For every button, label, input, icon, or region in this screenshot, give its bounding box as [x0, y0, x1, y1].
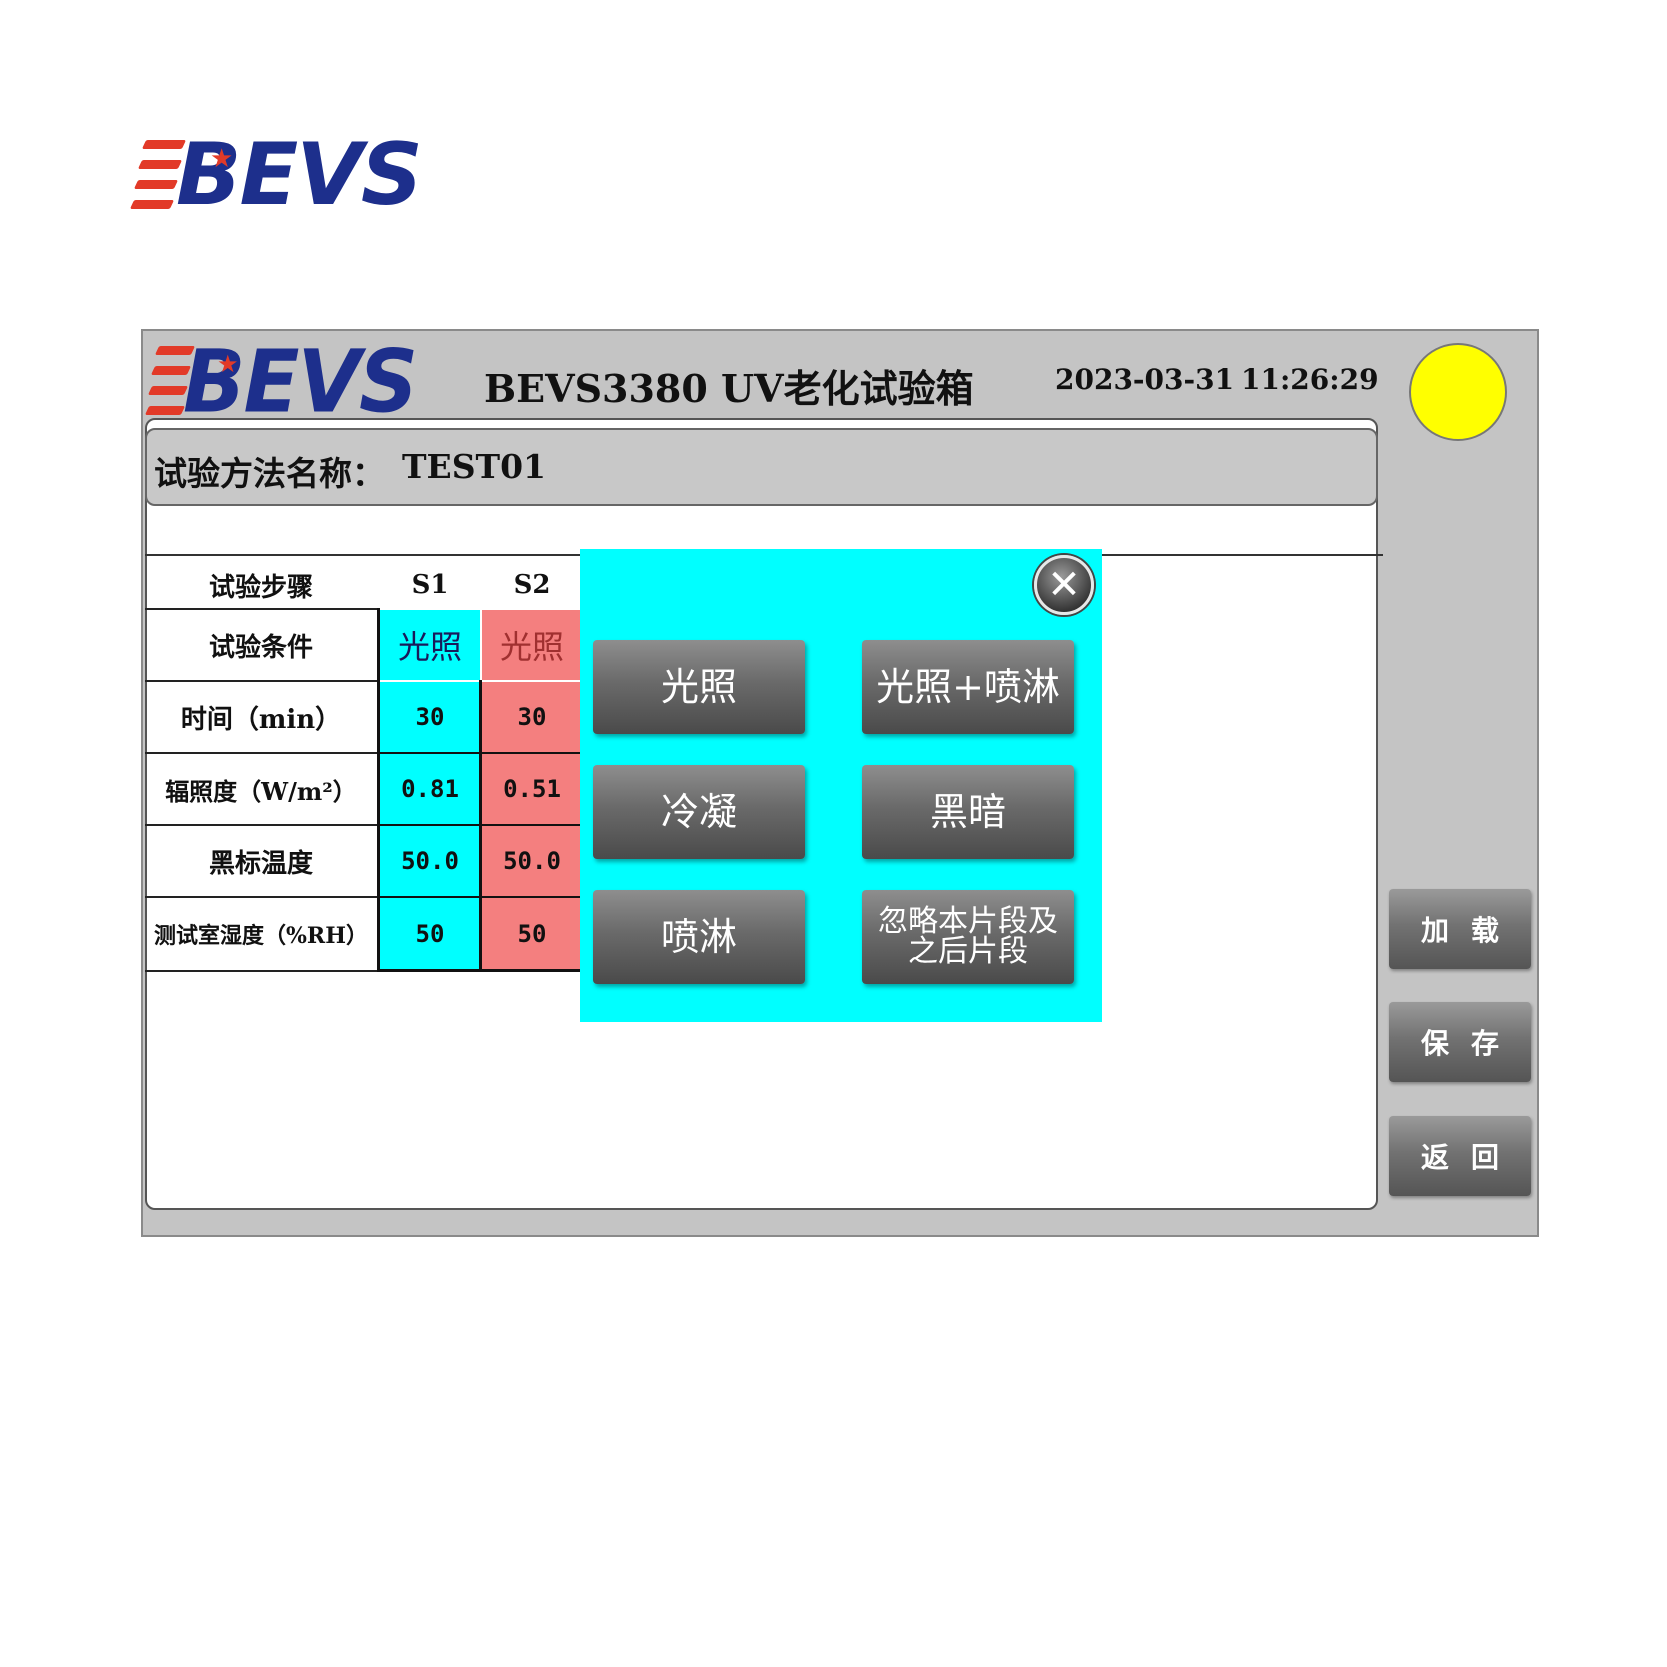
- load-button[interactable]: 加载: [1389, 889, 1531, 969]
- row-label-humidity: 测试室湿度（%RH）: [154, 923, 368, 949]
- star-icon: ★: [210, 144, 234, 174]
- popup-option-light[interactable]: 光照: [593, 640, 805, 734]
- popup-option-condensation[interactable]: 冷凝: [593, 765, 805, 859]
- time-display: 11:26:29: [1241, 363, 1379, 396]
- table-gridline: [378, 824, 582, 826]
- method-name-value[interactable]: TEST01: [402, 447, 546, 486]
- date-display: 2023-03-31: [1055, 363, 1235, 396]
- popup-option-light-spray[interactable]: 光照+喷淋: [862, 640, 1074, 734]
- s2-irradiance[interactable]: 0.51: [482, 754, 582, 824]
- s1-condition[interactable]: 光照: [380, 610, 480, 680]
- row-label-irradiance: 辐照度（W/m²）: [165, 776, 357, 806]
- close-icon[interactable]: ✕: [1034, 555, 1094, 615]
- table-gridline: [479, 680, 482, 972]
- s2-condition[interactable]: 光照: [482, 610, 582, 680]
- s1-humidity[interactable]: 50: [380, 898, 480, 970]
- table-gridline: [145, 970, 380, 972]
- s2-humidity[interactable]: 50: [482, 898, 582, 970]
- column-header-s1: S1: [411, 570, 449, 600]
- s2-time[interactable]: 30: [482, 682, 582, 752]
- s1-irradiance[interactable]: 0.81: [380, 754, 480, 824]
- star-icon: ★: [217, 350, 239, 378]
- table-gridline: [378, 896, 582, 898]
- back-button[interactable]: 返回: [1389, 1116, 1531, 1196]
- app-title: BEVS3380 UV老化试验箱: [484, 366, 974, 411]
- column-header-s2: S2: [513, 570, 551, 600]
- popup-option-dark[interactable]: 黑暗: [862, 765, 1074, 859]
- screen-logo: BEVS ★: [144, 337, 418, 428]
- s1-time[interactable]: 30: [380, 682, 480, 752]
- table-gridline: [378, 969, 582, 972]
- table-gridline: [378, 752, 582, 754]
- steps-header: 试验步骤: [208, 572, 313, 603]
- s1-black-temp[interactable]: 50.0: [380, 826, 480, 896]
- row-label-black-temp: 黑标温度: [208, 848, 313, 879]
- status-indicator: [1409, 343, 1507, 441]
- brand-logo: BEVS ★: [129, 130, 423, 220]
- s2-black-temp[interactable]: 50.0: [482, 826, 582, 896]
- popup-option-ignore-segments[interactable]: 忽略本片段及之后片段: [862, 890, 1074, 984]
- method-label: 试验方法名称：: [154, 454, 385, 493]
- table-gridline: [377, 608, 380, 972]
- row-label-condition: 试验条件: [208, 632, 313, 663]
- popup-option-spray[interactable]: 喷淋: [593, 890, 805, 984]
- row-label-time: 时间（min）: [180, 704, 342, 735]
- save-button[interactable]: 保存: [1389, 1002, 1531, 1082]
